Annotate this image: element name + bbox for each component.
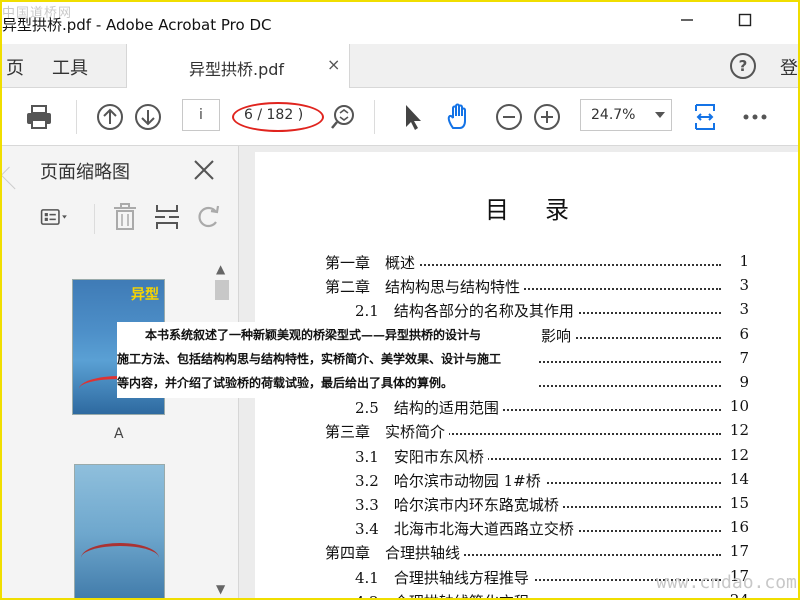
watermark-bottom: www.cndao.com: [656, 572, 797, 593]
thumbnail-label: A: [114, 426, 124, 442]
zoom-select[interactable]: 24.7%: [580, 99, 672, 131]
print-icon[interactable]: [24, 102, 54, 132]
toc-entry-label: 3.1 安阳市东风桥: [355, 445, 488, 467]
toc-entry-label: 3.4 北海市北海大道西路立交桥: [355, 518, 578, 540]
toc-row[interactable]: 3.1 安阳市东风桥 12: [255, 445, 798, 470]
toc-row[interactable]: 2.1 结构各部分的名称及其作用 3: [255, 300, 798, 324]
toc-row[interactable]: 2.5 结构的适用范围 10: [255, 397, 798, 421]
tab-home[interactable]: 页: [6, 54, 24, 80]
page-number-input[interactable]: i: [182, 99, 220, 131]
thumbnail-cover-title: 异型: [131, 287, 159, 303]
toc-entry-page: 14: [729, 469, 749, 488]
hand-tool-icon[interactable]: [444, 102, 474, 132]
next-page-icon[interactable]: [133, 102, 163, 132]
close-tab-icon[interactable]: ×: [327, 55, 340, 74]
toc-row[interactable]: 第二章 结构构思与结构特性 3: [255, 276, 798, 300]
toc-entry-label: 3.2 哈尔滨市动物园 1#桥: [355, 469, 545, 491]
page-count-highlight: [232, 102, 324, 132]
toc-entry-label: 3.3 哈尔滨市内环东路宽城桥: [355, 494, 563, 515]
toc-entry-label: 第二章 结构构思与结构特性: [325, 276, 525, 298]
window-title: 异型拱桥.pdf - Adobe Acrobat Pro DC: [2, 16, 272, 34]
toc-row[interactable]: 3.3 哈尔滨市内环东路宽城桥 15: [255, 494, 798, 518]
description-line: 本书系统叙述了一种新颖美观的桥梁型式——异型拱桥的设计与: [145, 328, 482, 342]
chevron-up-icon[interactable]: ▲: [216, 262, 225, 276]
toc-entry-page: 7: [739, 348, 749, 367]
toc-entry-label: 第三章 实桥简介: [325, 421, 450, 443]
tab-tools[interactable]: 工具: [52, 54, 88, 80]
toc-row[interactable]: 第四章 合理拱轴线 17: [255, 542, 798, 566]
insert-page-icon[interactable]: [152, 202, 182, 232]
toc-entry-label: 2.1 结构各部分的名称及其作用: [355, 300, 578, 322]
more-icon[interactable]: [740, 102, 770, 132]
minimize-icon: [681, 19, 693, 21]
login-link[interactable]: 登: [780, 54, 798, 80]
maximize-button[interactable]: [730, 10, 760, 34]
toc-entry-page: 3: [739, 276, 749, 295]
toc-entry-label: 影响: [541, 324, 576, 346]
tab-document[interactable]: 异型拱桥.pdf ×: [126, 44, 350, 88]
select-arrow-icon[interactable]: [398, 102, 428, 132]
toc-entry-page: 16: [729, 518, 749, 537]
acrobat-window: 中国道桥网 异型拱桥.pdf - Adobe Acrobat Pro DC 页 …: [0, 0, 800, 600]
toc-entry-page: 10: [729, 397, 749, 416]
toc-entry-label: 4.1 合理拱轴线方程推导: [355, 566, 533, 588]
toc-entry-label: 2.5 结构的适用范围: [355, 397, 503, 419]
prev-page-icon[interactable]: [95, 102, 125, 132]
toc-entry-label: 第一章 概述: [325, 252, 420, 273]
chevron-down-icon: [655, 112, 665, 118]
toc-entry-page: 6: [739, 324, 749, 343]
toc-entry-page: 1: [739, 252, 749, 270]
tab-bar: 页 工具 异型拱桥.pdf × ? 登: [2, 44, 798, 88]
zoom-search-icon[interactable]: [328, 102, 358, 132]
close-icon[interactable]: [193, 159, 215, 181]
toc-entry-page: 15: [729, 494, 749, 512]
toc-row[interactable]: 3.4 北海市北海大道西路立交桥 16: [255, 518, 798, 542]
book-description-overlay: 本书系统叙述了一种新颖美观的桥梁型式——异型拱桥的设计与 施工方法、包括结构构思…: [117, 322, 537, 398]
panel-divider: [94, 204, 95, 234]
toc-entry-page: 12: [729, 421, 749, 440]
toc-entry-page: 3: [739, 300, 749, 319]
toolbar-divider: [76, 100, 77, 134]
zoom-out-icon[interactable]: [494, 102, 524, 132]
panel-scrollbar[interactable]: ▲ ▼: [213, 258, 231, 598]
scroll-thumb[interactable]: [215, 280, 229, 300]
fit-page-icon[interactable]: [690, 102, 720, 132]
page-thumbnail-back[interactable]: [74, 464, 165, 598]
toc-entry-label: 4.2 合理拱轴线简化方程: [355, 590, 533, 598]
toc-entry-page: 12: [729, 445, 749, 464]
toolbar-divider: [374, 100, 375, 134]
toc-row[interactable]: 第三章 实桥简介 12: [255, 421, 798, 445]
toc-leader-dots: [561, 329, 721, 339]
title-bar: 中国道桥网 异型拱桥.pdf - Adobe Acrobat Pro DC: [2, 2, 798, 44]
panel-title: 页面缩略图: [40, 162, 130, 183]
zoom-in-icon[interactable]: [532, 102, 562, 132]
maximize-icon: [738, 13, 752, 27]
description-line: 等内容，并介绍了试验桥的荷载试验，最后给出了具体的算例。: [117, 376, 454, 390]
minimize-button[interactable]: [672, 10, 702, 34]
toc-row[interactable]: 第一章 概述 1: [255, 252, 798, 276]
help-icon[interactable]: ?: [730, 53, 756, 79]
delete-icon[interactable]: [110, 202, 140, 232]
tab-document-label: 异型拱桥.pdf: [189, 60, 285, 79]
toc-entry-page: 17: [729, 542, 749, 561]
rotate-icon[interactable]: [194, 202, 224, 232]
toc-entry-page: 9: [739, 373, 749, 391]
toc-row[interactable]: 3.2 哈尔滨市动物园 1#桥 14: [255, 469, 798, 494]
zoom-value: 24.7%: [591, 107, 636, 123]
panel-pointer: [2, 166, 24, 190]
thumbnail-bridge-image: [81, 543, 159, 573]
chevron-down-icon[interactable]: ▼: [216, 582, 225, 596]
toc-title: 目录: [485, 196, 605, 224]
toolbar: i 6 / 182 ) 24.7%: [2, 88, 798, 146]
description-line: 施工方法、包括结构构思与结构特性，实桥简介、美学效果、设计与施工: [117, 352, 502, 366]
options-icon[interactable]: [40, 202, 70, 232]
toc-entry-label: 第四章 合理拱轴线: [325, 542, 465, 564]
